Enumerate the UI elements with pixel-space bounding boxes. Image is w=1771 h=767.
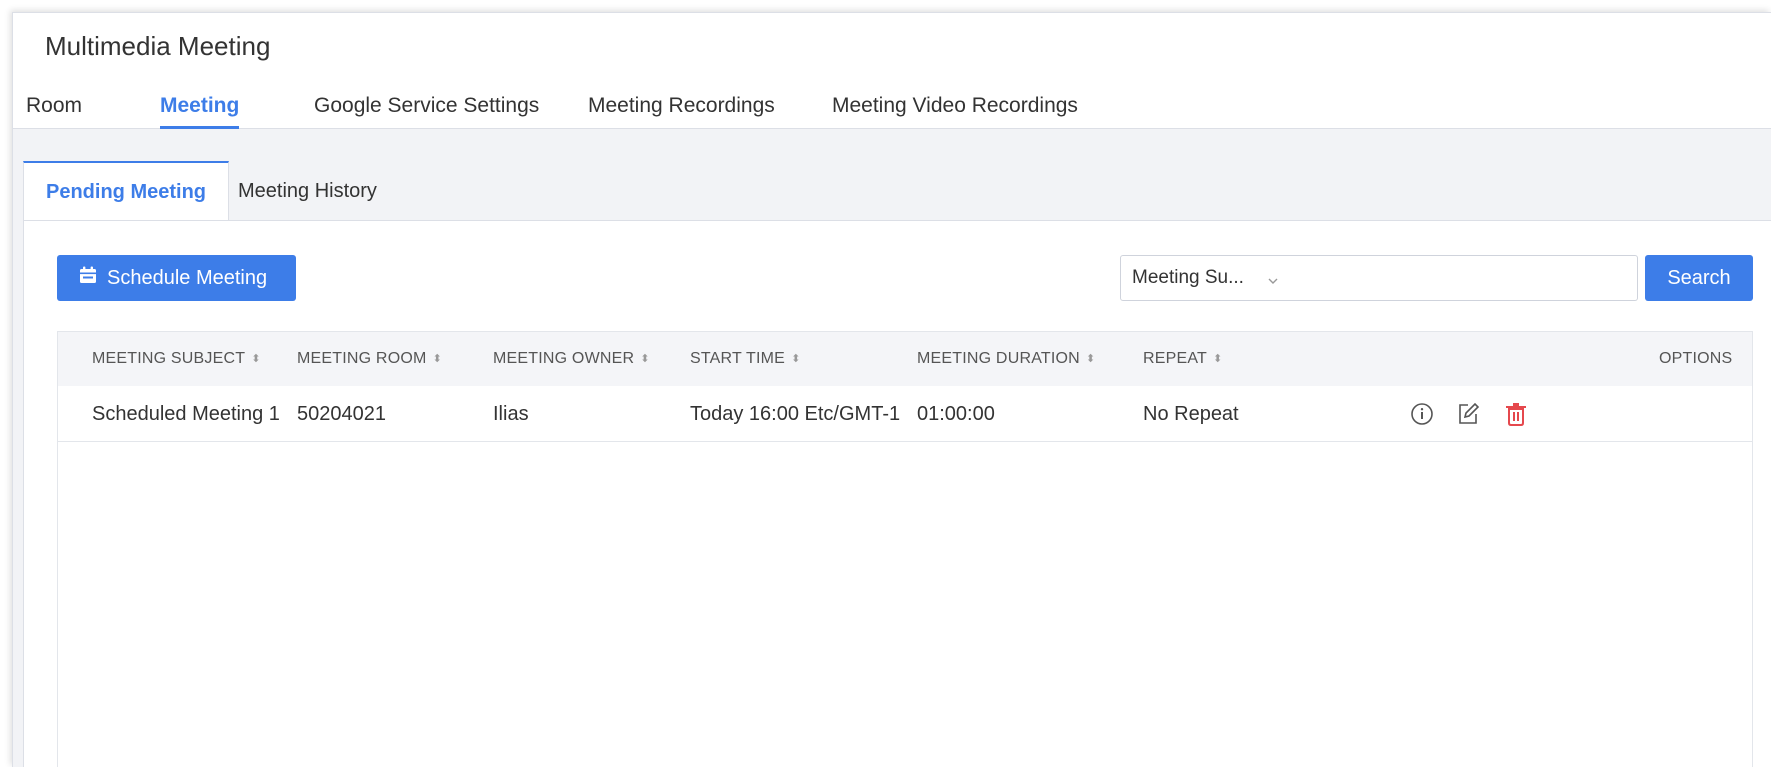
info-icon[interactable] <box>1410 402 1434 426</box>
tab-meeting-video-recordings[interactable]: Meeting Video Recordings <box>832 91 1078 129</box>
sort-icon[interactable]: ⬍ <box>1213 332 1222 386</box>
column-header-meeting-owner[interactable]: MEETING OWNER ⬍ <box>493 332 650 386</box>
content-panel: Schedule Meeting Meeting Su... Search ME… <box>23 220 1771 767</box>
schedule-meeting-label: Schedule Meeting <box>107 266 268 289</box>
column-header-options: OPTIONS <box>1659 350 1733 367</box>
sort-icon[interactable]: ⬍ <box>1086 332 1095 386</box>
sort-icon[interactable]: ⬍ <box>640 332 649 386</box>
cell-owner: Ilias <box>493 403 529 425</box>
search-filter-select[interactable]: Meeting Su... <box>1120 255 1294 301</box>
tab-pending-meeting[interactable]: Pending Meeting <box>23 161 229 221</box>
tab-room[interactable]: Room <box>26 91 82 129</box>
search-button[interactable]: Search <box>1645 255 1753 301</box>
cell-repeat: No Repeat <box>1143 403 1239 425</box>
tab-meeting[interactable]: Meeting <box>160 91 240 129</box>
table-header: MEETING SUBJECT ⬍ MEETING ROOM ⬍ MEETING O… <box>58 332 1752 386</box>
meetings-table: MEETING SUBJECT ⬍ MEETING ROOM ⬍ MEETING O… <box>57 331 1753 767</box>
tab-meeting-history[interactable]: Meeting History <box>238 161 377 221</box>
column-header-meeting-room[interactable]: MEETING ROOM ⬍ <box>297 332 442 386</box>
cell-subject: Scheduled Meeting 1 <box>92 403 280 425</box>
column-header-meeting-duration[interactable]: MEETING DURATION ⬍ <box>917 332 1095 386</box>
search-input[interactable] <box>1293 255 1638 301</box>
sort-icon[interactable]: ⬍ <box>251 332 260 386</box>
tab-google-service-settings[interactable]: Google Service Settings <box>314 91 539 129</box>
cell-room: 50204021 <box>297 403 386 425</box>
chevron-down-icon <box>1267 271 1279 293</box>
column-header-start-time[interactable]: START TIME ⬍ <box>690 332 800 386</box>
tab-meeting-recordings[interactable]: Meeting Recordings <box>588 91 775 129</box>
column-header-meeting-subject[interactable]: MEETING SUBJECT ⬍ <box>92 332 261 386</box>
sort-icon[interactable]: ⬍ <box>433 332 442 386</box>
calendar-icon <box>79 266 97 290</box>
cell-duration: 01:00:00 <box>917 403 995 425</box>
delete-icon[interactable] <box>1504 402 1528 426</box>
sort-icon[interactable]: ⬍ <box>791 332 800 386</box>
cell-start-time: Today 16:00 Etc/GMT-1 <box>690 403 901 425</box>
app-frame: Multimedia Meeting Room Meeting Google S… <box>12 12 1771 767</box>
edit-icon[interactable] <box>1456 402 1480 426</box>
table-row: Scheduled Meeting 1 50204021 Ilias Today… <box>58 386 1752 442</box>
page-title: Multimedia Meeting <box>45 31 271 61</box>
column-header-repeat[interactable]: REPEAT ⬍ <box>1143 332 1222 386</box>
header: Multimedia Meeting Room Meeting Google S… <box>13 13 1771 129</box>
schedule-meeting-button[interactable]: Schedule Meeting <box>57 255 296 301</box>
search-filter-value: Meeting Su... <box>1132 267 1244 288</box>
